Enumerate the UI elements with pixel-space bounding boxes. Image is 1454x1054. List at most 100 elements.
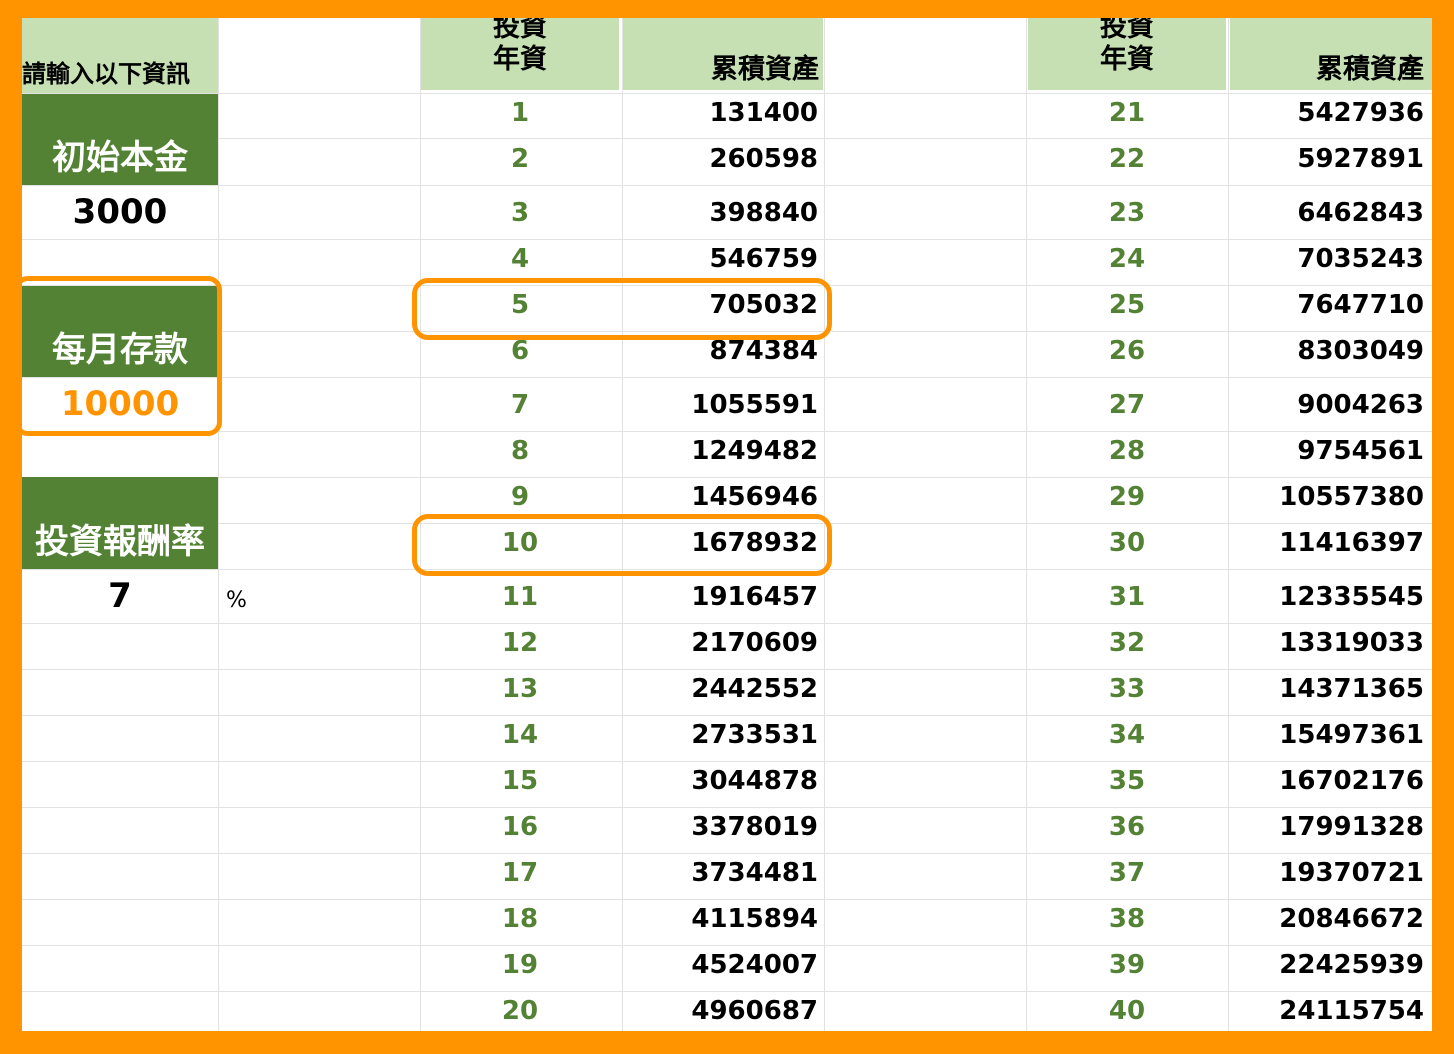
row-divider xyxy=(22,185,1432,186)
left-asset-cell[interactable]: 4960687 xyxy=(623,996,818,1026)
left-asset-cell[interactable]: 2170609 xyxy=(623,628,818,658)
left-asset-cell[interactable]: 2733531 xyxy=(623,720,818,750)
principal-value-cell[interactable]: 3000 xyxy=(22,186,218,238)
row-divider xyxy=(22,991,1432,992)
left-asset-cell[interactable]: 3378019 xyxy=(623,812,818,842)
left-asset-cell[interactable]: 4524007 xyxy=(623,950,818,980)
row-divider xyxy=(22,715,1432,716)
left-asset-cell[interactable]: 1916457 xyxy=(623,582,818,612)
right-asset-cell[interactable]: 7035243 xyxy=(1230,244,1424,274)
right-asset-header: 累積資產 xyxy=(1230,18,1432,90)
left-asset-cell[interactable]: 131400 xyxy=(623,98,818,128)
left-asset-cell[interactable]: 1456946 xyxy=(623,482,818,512)
right-year-cell[interactable]: 22 xyxy=(1028,144,1226,174)
left-year-cell[interactable]: 20 xyxy=(421,996,619,1026)
right-asset-cell[interactable]: 5427936 xyxy=(1230,98,1424,128)
principal-value: 3000 xyxy=(72,192,168,232)
right-year-cell[interactable]: 40 xyxy=(1028,996,1226,1026)
rate-unit-cell: % xyxy=(226,588,266,618)
right-year-cell[interactable]: 26 xyxy=(1028,336,1226,366)
prompt-cell[interactable]: 請輸入以下資訊 xyxy=(22,18,218,93)
left-year-cell[interactable]: 15 xyxy=(421,766,619,796)
left-asset-cell[interactable]: 3044878 xyxy=(623,766,818,796)
right-asset-cell[interactable]: 9004263 xyxy=(1230,390,1424,420)
right-year-cell[interactable]: 23 xyxy=(1028,198,1226,228)
right-asset-cell[interactable]: 22425939 xyxy=(1230,950,1424,980)
left-asset-cell[interactable]: 3734481 xyxy=(623,858,818,888)
principal-label-cell: 初始本金 xyxy=(22,94,218,185)
left-year-cell[interactable]: 9 xyxy=(421,482,619,512)
right-asset-cell[interactable]: 16702176 xyxy=(1230,766,1424,796)
right-asset-cell[interactable]: 19370721 xyxy=(1230,858,1424,888)
right-year-cell[interactable]: 32 xyxy=(1028,628,1226,658)
left-year-cell[interactable]: 12 xyxy=(421,628,619,658)
left-year-cell[interactable]: 16 xyxy=(421,812,619,842)
left-year-header: 投資 年資 xyxy=(421,18,619,90)
left-asset-cell[interactable]: 398840 xyxy=(623,198,818,228)
row-divider xyxy=(22,853,1432,854)
right-asset-cell[interactable]: 7647710 xyxy=(1230,290,1424,320)
row-divider xyxy=(22,669,1432,670)
left-asset-cell[interactable]: 874384 xyxy=(623,336,818,366)
row-divider xyxy=(22,477,1432,478)
left-year-cell[interactable]: 14 xyxy=(421,720,619,750)
right-asset-cell[interactable]: 20846672 xyxy=(1230,904,1424,934)
right-asset-cell[interactable]: 5927891 xyxy=(1230,144,1424,174)
right-year-cell[interactable]: 24 xyxy=(1028,244,1226,274)
left-year-cell[interactable]: 13 xyxy=(421,674,619,704)
right-year-cell[interactable]: 35 xyxy=(1028,766,1226,796)
right-asset-header-label: 累積資產 xyxy=(1316,54,1424,85)
right-asset-cell[interactable]: 12335545 xyxy=(1230,582,1424,612)
left-year-cell[interactable]: 11 xyxy=(421,582,619,612)
left-asset-header-label: 累積資產 xyxy=(711,54,819,85)
left-year-cell[interactable]: 19 xyxy=(421,950,619,980)
left-asset-cell[interactable]: 260598 xyxy=(623,144,818,174)
left-year-cell[interactable]: 3 xyxy=(421,198,619,228)
rate-label: 投資報酬率 xyxy=(35,522,205,562)
left-year-cell[interactable]: 8 xyxy=(421,436,619,466)
left-asset-cell[interactable]: 2442552 xyxy=(623,674,818,704)
row-divider xyxy=(22,761,1432,762)
right-year-cell[interactable]: 29 xyxy=(1028,482,1226,512)
right-year-cell[interactable]: 38 xyxy=(1028,904,1226,934)
left-year-cell[interactable]: 18 xyxy=(421,904,619,934)
right-year-cell[interactable]: 30 xyxy=(1028,528,1226,558)
row-divider xyxy=(22,945,1432,946)
left-year-cell[interactable]: 4 xyxy=(421,244,619,274)
left-asset-cell[interactable]: 546759 xyxy=(623,244,818,274)
right-year-cell[interactable]: 39 xyxy=(1028,950,1226,980)
left-year-cell[interactable]: 2 xyxy=(421,144,619,174)
right-year-cell[interactable]: 25 xyxy=(1028,290,1226,320)
right-year-cell[interactable]: 33 xyxy=(1028,674,1226,704)
left-year-header-line1: 投資 xyxy=(493,18,547,43)
right-asset-cell[interactable]: 17991328 xyxy=(1230,812,1424,842)
right-asset-cell[interactable]: 15497361 xyxy=(1230,720,1424,750)
left-asset-cell[interactable]: 4115894 xyxy=(623,904,818,934)
right-year-cell[interactable]: 37 xyxy=(1028,858,1226,888)
right-asset-cell[interactable]: 9754561 xyxy=(1230,436,1424,466)
row-divider xyxy=(22,431,1432,432)
right-asset-cell[interactable]: 6462843 xyxy=(1230,198,1424,228)
left-year-cell[interactable]: 1 xyxy=(421,98,619,128)
right-asset-cell[interactable]: 11416397 xyxy=(1230,528,1424,558)
left-asset-cell[interactable]: 1249482 xyxy=(623,436,818,466)
left-year-cell[interactable]: 6 xyxy=(421,336,619,366)
right-year-cell[interactable]: 21 xyxy=(1028,98,1226,128)
spreadsheet: 請輸入以下資訊 初始本金 3000 每月存款 10000 投資報酬率 7 % 投… xyxy=(22,18,1432,1031)
right-asset-cell[interactable]: 10557380 xyxy=(1230,482,1424,512)
left-asset-cell[interactable]: 1055591 xyxy=(623,390,818,420)
right-year-cell[interactable]: 34 xyxy=(1028,720,1226,750)
rate-value: 7 xyxy=(108,576,132,616)
right-asset-cell[interactable]: 13319033 xyxy=(1230,628,1424,658)
left-year-cell[interactable]: 17 xyxy=(421,858,619,888)
right-asset-cell[interactable]: 14371365 xyxy=(1230,674,1424,704)
left-year-cell[interactable]: 7 xyxy=(421,390,619,420)
right-year-cell[interactable]: 36 xyxy=(1028,812,1226,842)
right-year-cell[interactable]: 27 xyxy=(1028,390,1226,420)
right-asset-cell[interactable]: 24115754 xyxy=(1230,996,1424,1026)
right-asset-cell[interactable]: 8303049 xyxy=(1230,336,1424,366)
principal-label: 初始本金 xyxy=(52,138,188,178)
rate-value-cell[interactable]: 7 xyxy=(22,570,218,622)
right-year-cell[interactable]: 28 xyxy=(1028,436,1226,466)
right-year-cell[interactable]: 31 xyxy=(1028,582,1226,612)
